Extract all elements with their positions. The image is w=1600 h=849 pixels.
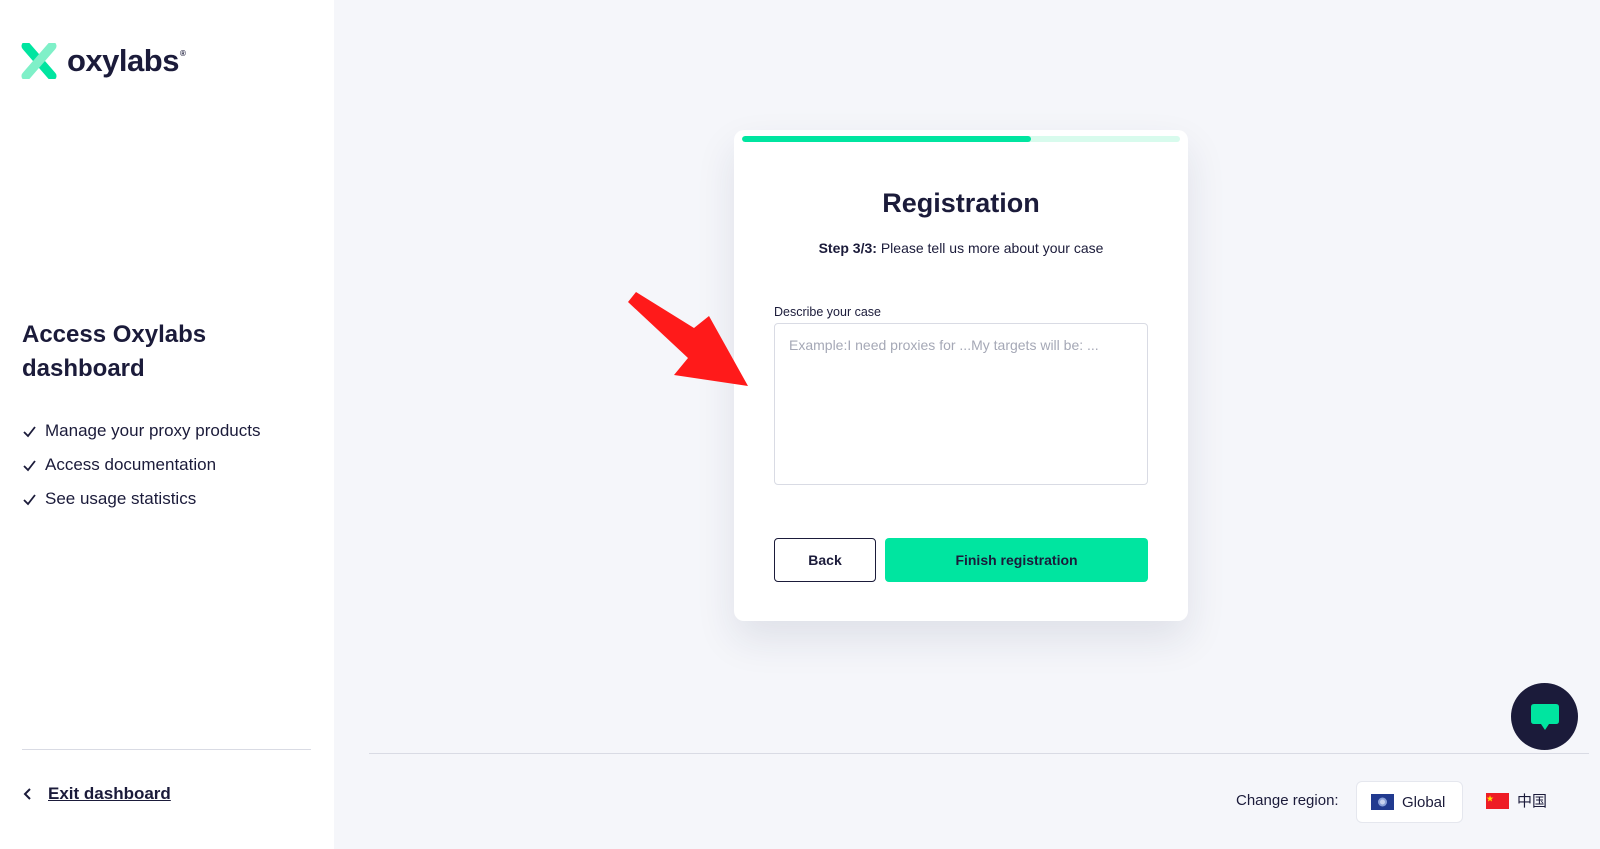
feature-item: Access documentation xyxy=(22,448,260,482)
exit-dashboard-link[interactable]: Exit dashboard xyxy=(22,784,171,804)
step-description: Please tell us more about your case xyxy=(880,240,1104,256)
case-field-label: Describe your case xyxy=(774,305,881,319)
sidebar-divider xyxy=(22,749,311,750)
registration-card: Registration Step 3/3: Please tell us mo… xyxy=(734,130,1188,621)
region-name-global: Global xyxy=(1402,793,1446,811)
china-flag-icon xyxy=(1486,792,1509,809)
exit-dashboard-label: Exit dashboard xyxy=(48,784,171,803)
oxylabs-logo-icon xyxy=(21,43,57,79)
chevron-left-icon xyxy=(23,788,31,800)
oxylabs-logo[interactable]: oxylabs® xyxy=(21,43,186,79)
page-title: Registration xyxy=(882,188,1040,218)
finish-registration-button[interactable]: Finish registration xyxy=(885,538,1148,582)
feature-list: Manage your proxy products Access docume… xyxy=(22,414,260,516)
chat-bubble-icon xyxy=(1530,703,1559,730)
checkmark-icon xyxy=(23,493,36,505)
chat-button[interactable] xyxy=(1511,683,1578,750)
case-description-input[interactable] xyxy=(774,323,1148,485)
footer-divider xyxy=(369,753,1589,754)
sidebar-title: Access Oxylabs dashboard xyxy=(22,321,207,382)
feature-label: Access documentation xyxy=(45,455,217,474)
annotation-arrow-icon xyxy=(628,292,748,386)
feature-item: See usage statistics xyxy=(22,482,260,516)
region-name-china: 中国 xyxy=(1517,793,1548,810)
globe-flag-icon xyxy=(1371,794,1394,810)
region-option-china[interactable]: 中国 xyxy=(1486,790,1547,811)
progress-fill xyxy=(742,136,1032,142)
feature-label: See usage statistics xyxy=(45,489,197,508)
region-option-global[interactable]: Global xyxy=(1356,781,1463,823)
change-region-label: Change region: xyxy=(1236,792,1339,809)
progress-bar xyxy=(742,136,1180,142)
checkmark-icon xyxy=(23,425,36,437)
feature-item: Manage your proxy products xyxy=(22,414,260,448)
checkmark-icon xyxy=(23,459,36,471)
step-number: Step 3/3: xyxy=(818,240,877,256)
feature-label: Manage your proxy products xyxy=(45,421,261,440)
sidebar: oxylabs® Access Oxylabs dashboard Manage… xyxy=(0,0,334,849)
back-button[interactable]: Back xyxy=(774,538,876,582)
logo-wordmark: oxylabs® xyxy=(67,43,186,78)
step-indicator: Step 3/3: Please tell us more about your… xyxy=(734,240,1188,256)
